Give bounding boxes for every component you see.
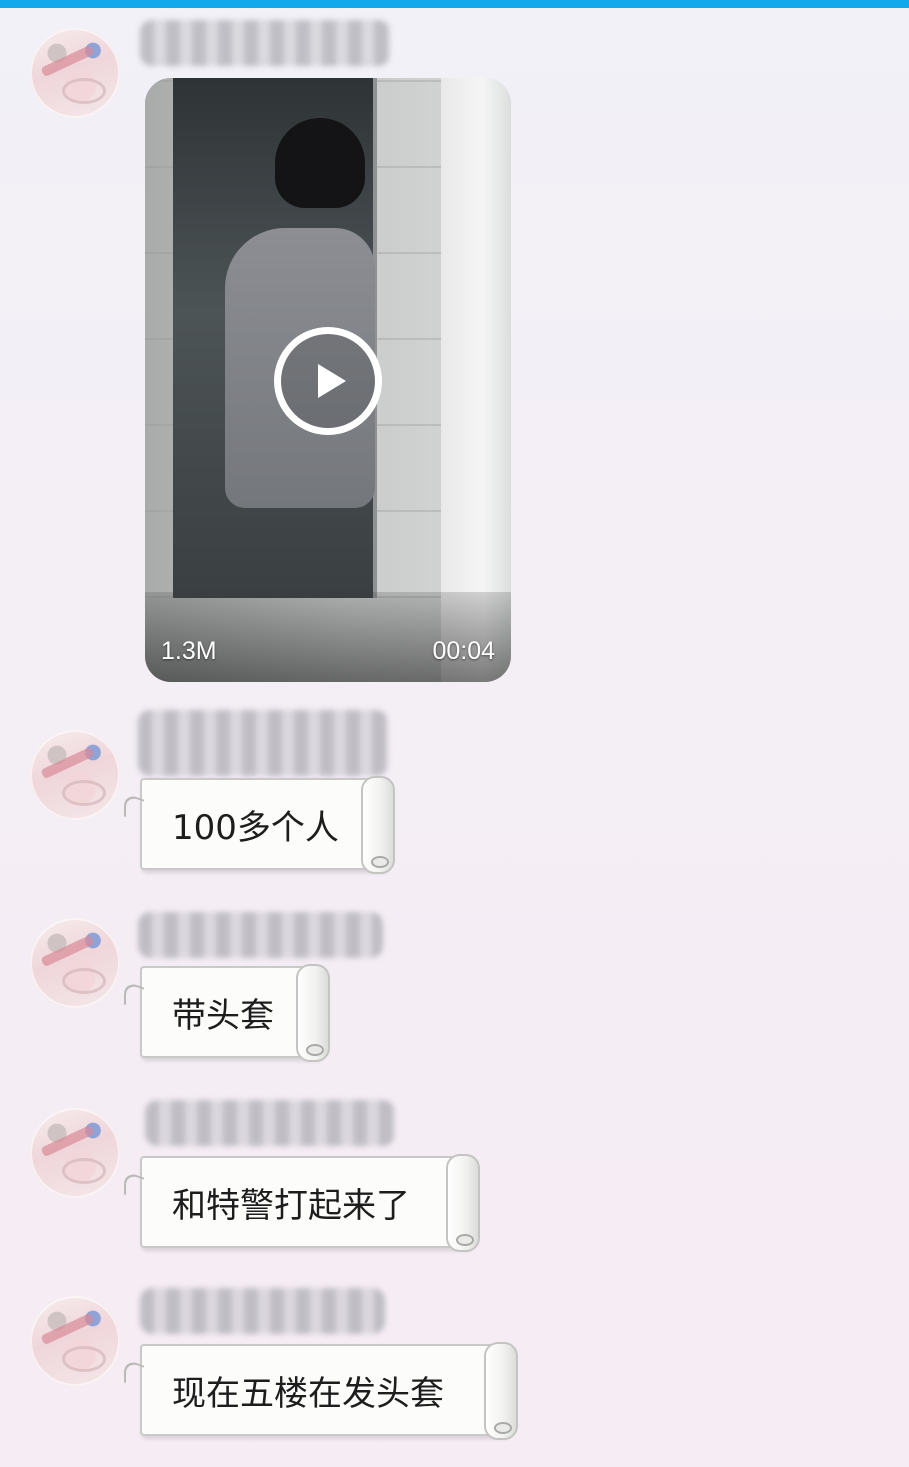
sender-avatar[interactable] [30,1296,120,1386]
message-bubble[interactable]: 带头套 [140,964,330,1062]
video-thumbnail-hood [275,118,365,208]
message-bubble[interactable]: 和特警打起来了 [140,1154,480,1252]
bubble-scroll-decoration [484,1342,518,1440]
play-triangle-icon [318,364,346,398]
message-bubble[interactable]: 现在五楼在发头套 [140,1342,518,1440]
message-bubble[interactable]: 100多个人 [140,776,395,874]
message-text: 和特警打起来了 [172,1185,410,1226]
sender-avatar[interactable] [30,1108,120,1198]
bubble-scroll-decoration [296,964,330,1062]
top-status-bar [0,0,909,8]
bubble-scroll-decoration [446,1154,480,1252]
message-text: 100多个人 [172,807,339,848]
sender-avatar[interactable] [30,918,120,1008]
sender-name-redacted [140,20,390,66]
sender-avatar[interactable] [30,28,120,118]
message-text: 带头套 [172,995,274,1036]
sender-name-redacted [138,912,383,958]
message-text: 现在五楼在发头套 [172,1373,444,1414]
sender-name-redacted [138,710,388,776]
sender-name-redacted [140,1288,385,1334]
video-file-size: 1.3M [161,637,217,665]
bubble-scroll-decoration [361,776,395,874]
sender-avatar[interactable] [30,730,120,820]
play-icon[interactable] [274,327,382,435]
video-duration: 00:04 [432,637,495,665]
video-message[interactable]: 1.3M 00:04 [145,78,511,682]
sender-name-redacted [145,1100,395,1146]
